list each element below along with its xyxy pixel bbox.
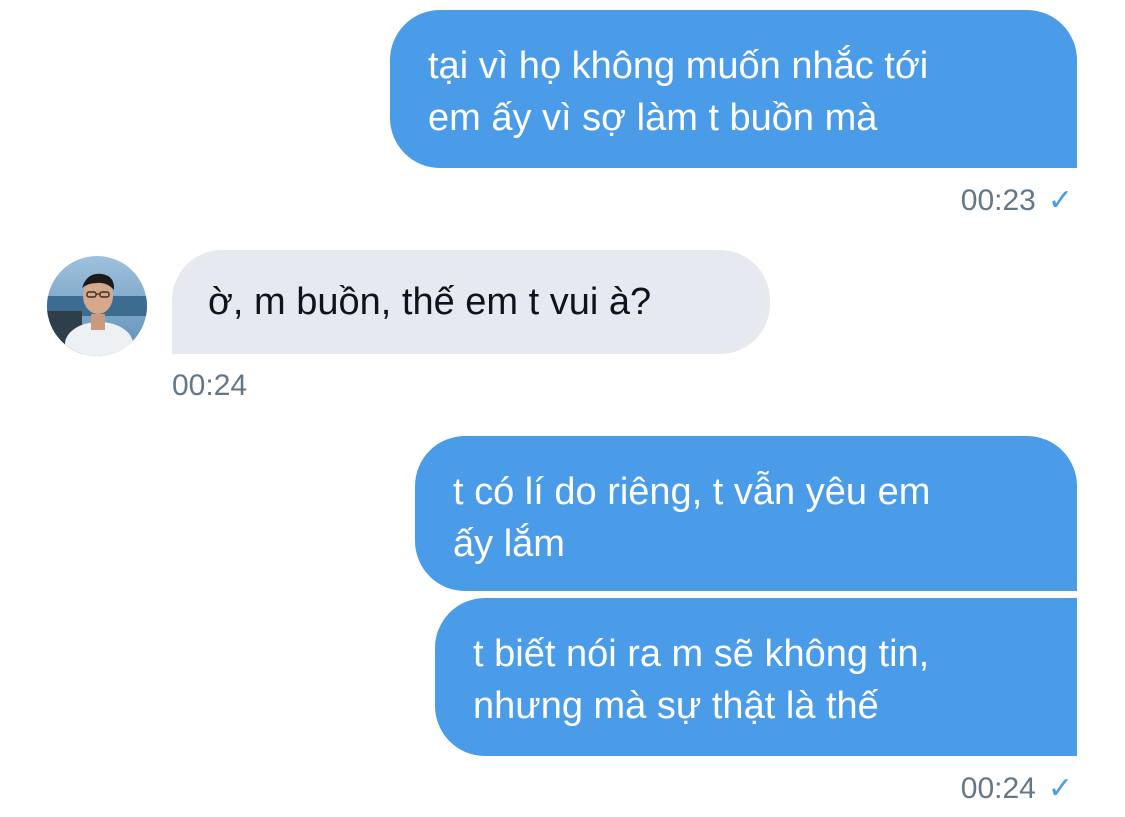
message-timestamp-row: 00:24 ✓ [961, 771, 1073, 806]
message-text-line: ấy lắm [453, 523, 565, 565]
read-check-icon: ✓ [1047, 772, 1073, 805]
user-avatar-photo-icon [47, 256, 147, 356]
read-check-icon: ✓ [1047, 184, 1073, 217]
message-text-line: em ấy vì sợ làm t buồn mà [428, 97, 878, 139]
message-text-line: nhưng mà sự thật là thế [473, 685, 879, 727]
timestamp: 00:24 [172, 369, 248, 402]
message-text-line: t có lí do riêng, t vẫn yêu em [453, 471, 931, 513]
message-bubble-sent[interactable]: t biết nói ra m sẽ không tin, nhưng mà s… [435, 598, 1077, 756]
message-bubble-received[interactable]: ờ, m buồn, thế em t vui à? [172, 250, 770, 354]
message-bubble-sent[interactable]: t có lí do riêng, t vẫn yêu em ấy lắm [415, 436, 1077, 591]
message-text-line: ờ, m buồn, thế em t vui à? [208, 281, 652, 323]
message-timestamp-row: 00:23 ✓ [961, 183, 1073, 218]
avatar[interactable] [47, 256, 147, 356]
message-text-line: tại vì họ không muốn nhắc tới [428, 45, 929, 87]
message-text-line: t biết nói ra m sẽ không tin, [473, 633, 930, 675]
message-bubble-sent[interactable]: tại vì họ không muốn nhắc tới em ấy vì s… [390, 10, 1077, 168]
timestamp: 00:23 [960, 184, 1036, 217]
timestamp: 00:24 [960, 772, 1036, 805]
